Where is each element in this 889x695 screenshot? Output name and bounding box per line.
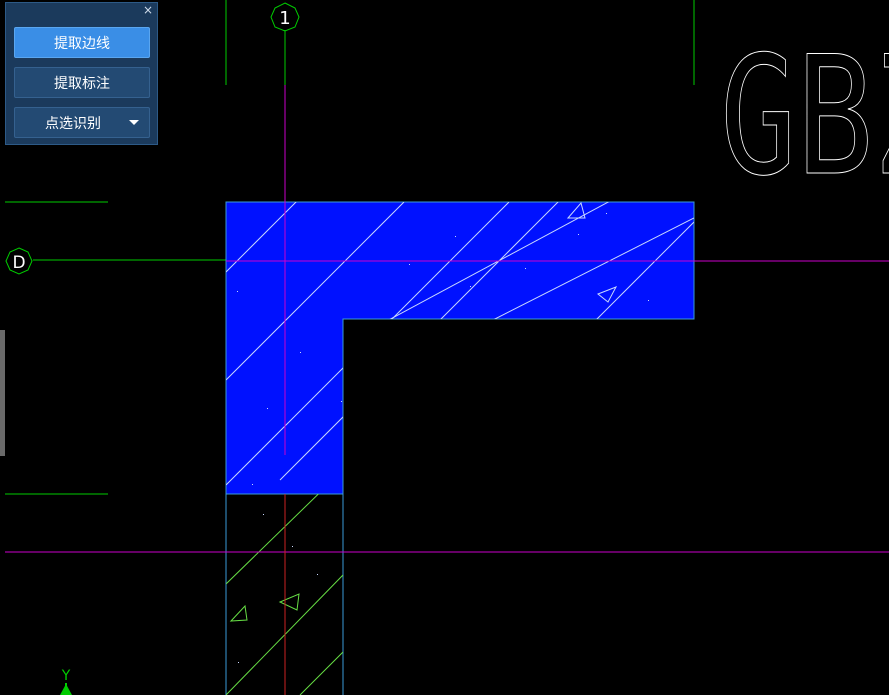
extract-annotation-button[interactable]: 提取标注 bbox=[14, 67, 150, 98]
ucs-axis-icon: Y bbox=[60, 668, 72, 695]
axis-bubble-d: D bbox=[5, 247, 33, 275]
wall-column-fill[interactable] bbox=[225, 201, 695, 495]
axis-bubble-1: 1 bbox=[270, 2, 300, 32]
wall-label-text[interactable]: GBZ bbox=[720, 21, 889, 213]
side-collapse-tab[interactable] bbox=[0, 330, 5, 456]
chevron-down-icon[interactable] bbox=[129, 120, 139, 125]
extract-edges-button[interactable]: 提取边线 bbox=[14, 27, 150, 58]
close-icon[interactable]: × bbox=[143, 3, 153, 17]
point-select-recognize-button[interactable]: 点选识别 bbox=[14, 107, 150, 138]
axis-bubble-1-label: 1 bbox=[279, 8, 290, 29]
recognition-tool-panel: × 提取边线 提取标注 点选识别 bbox=[5, 2, 158, 145]
extract-edges-label: 提取边线 bbox=[54, 35, 110, 52]
point-select-recognize-label: 点选识别 bbox=[45, 115, 101, 132]
axis-bubble-d-label: D bbox=[12, 253, 25, 273]
ucs-y-label: Y bbox=[61, 668, 71, 684]
extract-annotation-label: 提取标注 bbox=[54, 75, 110, 92]
